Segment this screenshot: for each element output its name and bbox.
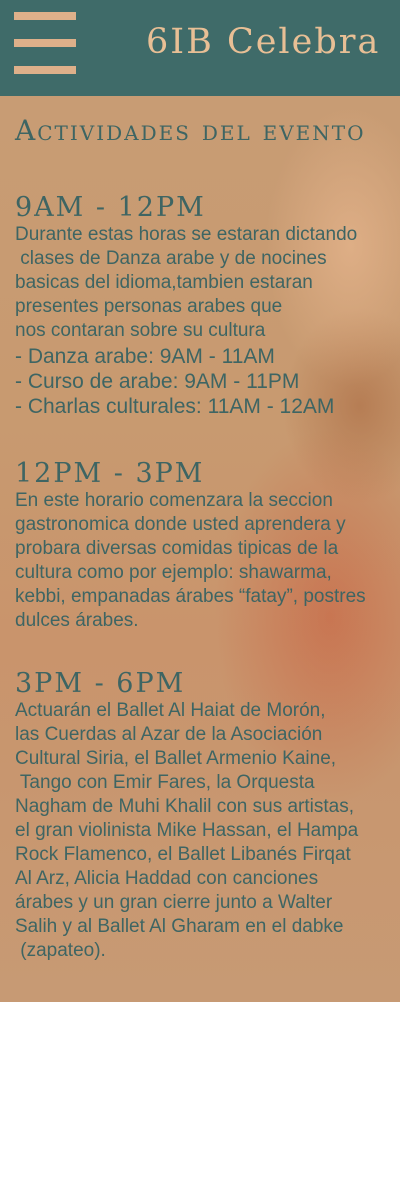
time-range: 9AM - 12PM: [15, 192, 206, 223]
time-range: 12PM - 3PM: [15, 458, 205, 489]
description-line: Nagham de Muhi Khalil con sus artistas,: [15, 796, 354, 817]
description-line: Cultural Siria, el Ballet Armenio Kaine,: [15, 748, 337, 769]
description-line: nos contaran sobre su cultura: [15, 320, 266, 341]
activity-list: - Danza arabe: 9AM - 11AM - Curso de ara…: [15, 344, 400, 419]
description-line: Al Arz, Alicia Haddad con canciones: [15, 868, 319, 889]
schedule-block-afternoon: 3PM - 6PM Actuarán el Ballet Al Haiat de…: [15, 669, 400, 963]
schedule-block-morning: 9AM - 12PM Durante estas horas se estara…: [15, 193, 400, 419]
description-line: kebbi, empanadas árabes “fatay”, postres: [15, 586, 366, 607]
list-item: - Charlas culturales: 11AM - 12AM: [15, 395, 335, 418]
description-line: el gran violinista Mike Hassan, el Hampa: [15, 820, 359, 841]
block-description: Durante estas horas se estaran dictando …: [15, 223, 400, 343]
description-line: gastronomica donde usted aprendera y: [15, 514, 346, 535]
description-line: Rock Flamenco, el Ballet Libanés Firqat: [15, 844, 351, 865]
block-description: Actuarán el Ballet Al Haiat de Morón, la…: [15, 699, 400, 963]
description-line: probara diversas comidas tipicas de la: [15, 538, 339, 559]
menu-bar-bottom: [14, 66, 76, 74]
description-line: Actuarán el Ballet Al Haiat de Morón,: [15, 700, 326, 721]
description-line: dulces árabes.: [15, 610, 139, 631]
block-description: En este horario comenzara la seccion gas…: [15, 489, 400, 633]
description-line: Durante estas horas se estaran dictando: [15, 224, 358, 245]
menu-bar-top: [14, 12, 76, 20]
description-line: (zapateo).: [15, 940, 106, 961]
list-item: - Curso de arabe: 9AM - 11PM: [15, 370, 300, 393]
site-header: 6IB Celebra: [0, 0, 400, 96]
section-heading: Actividades del evento: [15, 114, 366, 147]
description-line: En este horario comenzara la seccion: [15, 490, 333, 511]
description-line: Salih y al Ballet Al Gharam en el dabke: [15, 916, 344, 937]
menu-bar-middle: [14, 39, 76, 47]
hamburger-menu-icon[interactable]: [14, 12, 76, 74]
schedule-block-midday: 12PM - 3PM En este horario comenzara la …: [15, 459, 400, 633]
description-line: clases de Danza arabe y de nocines: [15, 248, 327, 269]
description-line: basicas del idioma,tambien estaran: [15, 272, 313, 293]
description-line: las Cuerdas al Azar de la Asociación: [15, 724, 323, 745]
description-line: cultura como por ejemplo: shawarma,: [15, 562, 332, 583]
description-line: presentes personas arabes que: [15, 296, 283, 317]
description-line: Tango con Emir Fares, la Orquesta: [15, 772, 315, 793]
events-section: Actividades del evento 9AM - 12PM Durant…: [0, 96, 400, 1002]
time-range: 3PM - 6PM: [15, 668, 186, 699]
description-line: árabes y un gran cierre junto a Walter: [15, 892, 333, 913]
list-item: - Danza arabe: 9AM - 11AM: [15, 345, 275, 368]
site-title[interactable]: 6IB Celebra: [146, 22, 380, 62]
